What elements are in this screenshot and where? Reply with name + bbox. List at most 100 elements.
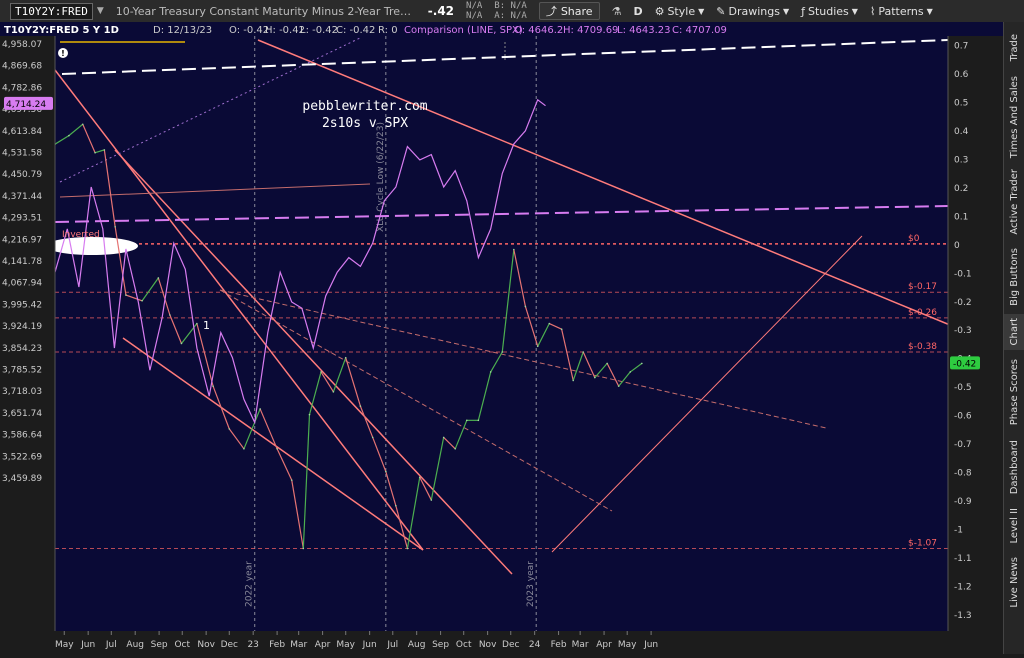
info-close: C: -0.42 [336,25,375,36]
spread-segment [302,414,311,549]
spread-segment [54,135,70,145]
right-axis-tick-label: -0.1 [954,269,972,279]
spread-segment [259,408,278,450]
spx-line [54,98,546,425]
sidebar-tab-dashboard[interactable]: Dashboard [1004,434,1024,500]
left-axis-tick-label: 4,450.79 [2,170,42,180]
spread-point [477,419,480,422]
left-axis-tick-label: 3,651.74 [2,409,42,419]
spread-point [513,248,515,251]
aggregation-selector[interactable]: D [627,0,648,22]
spread-segment [169,314,183,344]
thin-line-red[interactable] [59,183,371,198]
sidebar-tab-big-buttons[interactable]: Big Buttons [1004,244,1024,310]
right-axis-tick-label: -0.2 [954,298,972,308]
channel-lower[interactable] [122,337,424,551]
share-button[interactable]: ⤴ Share [538,2,600,20]
left-axis-tick-label: 3,718.03 [2,387,42,397]
dashed-magenta-line[interactable] [54,205,949,223]
trendline-rising[interactable] [551,235,863,553]
spread-segment [501,249,515,353]
info-r: R: 0 [378,25,398,36]
spread-point [629,371,632,373]
spread-segment [196,323,214,387]
info-symbol[interactable]: T10Y2Y:FRED 5 Y 1D [4,25,119,36]
patterns-menu[interactable]: ⌇ Patterns ▼ [864,0,939,22]
info-low: L: -0.42 [300,25,338,36]
bid-ask: B: N/A A: N/A [494,0,527,21]
x-axis-tick-label: Sep [151,640,168,650]
sidebar-tab-live-news[interactable]: Live News [1004,552,1024,612]
spread-point [68,134,70,137]
sidebar-tab-times-and-sales[interactable]: Times And Sales [1004,74,1024,160]
x-axis-tick-label: May [336,640,355,650]
info-bar: T10Y2Y:FRED 5 Y 1D D: 12/13/23 O: -0.42 … [0,22,940,36]
spread-segment [276,448,293,481]
spread-point [259,408,261,410]
spread-segment [308,371,322,415]
spread-point [582,351,585,353]
spread-point [560,328,563,331]
sidebar-tab-chart[interactable]: Chart [1004,314,1024,350]
right-axis-tick-label: -0.7 [954,440,972,450]
x-axis-tick-label: Aug [408,640,426,650]
flask-icon[interactable]: ⚗ [606,0,628,22]
spread-segment [212,385,230,430]
symbol-selector[interactable]: T10Y2Y:FRED ▼ [0,0,110,22]
spread-point [290,479,293,481]
right-axis-tick-label: 0.6 [954,70,969,80]
spread-point [114,225,116,228]
spread-point [442,436,445,439]
right-axis-tick-label: 0.7 [954,42,968,52]
spread-segment [228,428,245,450]
x-axis-tick-label: Oct [174,640,190,650]
chart-title: pebblewriter.com [302,99,427,114]
drawings-menu[interactable]: ✎ Drawings ▼ [710,0,795,22]
channel-dashed-2[interactable] [219,289,613,512]
x-axis-tick-label: Jul [105,640,117,650]
spread-point [276,447,278,450]
trendline-long-down[interactable] [257,39,951,326]
chart-svg[interactable]: 2022 yearXLU Cycle Low (6/22/23)2023 yea… [0,22,1003,654]
spread-segment [291,480,304,549]
spread-segment [332,357,347,393]
spread-segment [372,437,387,472]
x-axis-tick-label: 24 [529,640,541,650]
alert-icon[interactable]: ! [58,48,68,58]
spread-segment [141,277,159,302]
x-axis-tick-label: Apr [315,640,331,650]
left-axis-price-badge-label: 4,714.24 [6,100,46,110]
spread-point [395,504,397,507]
spread-point [454,447,457,450]
spread-segment [430,437,445,501]
chevron-down-icon: ▼ [698,6,705,16]
spread-point [641,362,643,365]
spread-point [418,476,421,479]
spread-point [536,345,539,348]
sidebar-tab-active-trader[interactable]: Active Trader [1004,164,1024,240]
chevron-down-icon[interactable]: ▼ [97,6,104,16]
sidebar-tab-phase-scores[interactable]: Phase Scores [1004,354,1024,430]
svg-text:!: ! [61,49,65,58]
chart-area[interactable]: 2022 year XLU Cycle Low (6/22/23) 2023 yea… [0,22,1003,654]
spread-point [212,385,214,387]
spread-segment [629,362,643,373]
spread-point [228,428,231,430]
dashed-white-line[interactable] [61,39,949,75]
spread-point [489,371,492,373]
left-axis-tick-label: 4,067.94 [2,279,42,289]
x-axis-tick-label: Nov [479,640,497,650]
annotation-wave-1: 1 [203,319,210,332]
info-comparison[interactable]: Comparison (LINE, SPX) [404,25,523,36]
right-axis-tick-label: -0.6 [954,412,972,422]
style-menu[interactable]: ⚙ Style ▼ [649,0,711,22]
studies-menu[interactable]: ƒ Studies ▼ [795,0,864,22]
sidebar-tab-level-ii[interactable]: Level II [1004,504,1024,548]
level-line-label: $-0.38 [908,342,937,352]
right-axis-tick-label: -0.9 [954,497,972,507]
symbol-input[interactable]: T10Y2Y:FRED [10,2,93,20]
left-axis-tick-label: 4,371.44 [2,192,42,202]
spread-point [320,371,322,373]
trendline-steep-2[interactable] [114,149,513,575]
sidebar-tab-trade[interactable]: Trade [1004,26,1024,70]
